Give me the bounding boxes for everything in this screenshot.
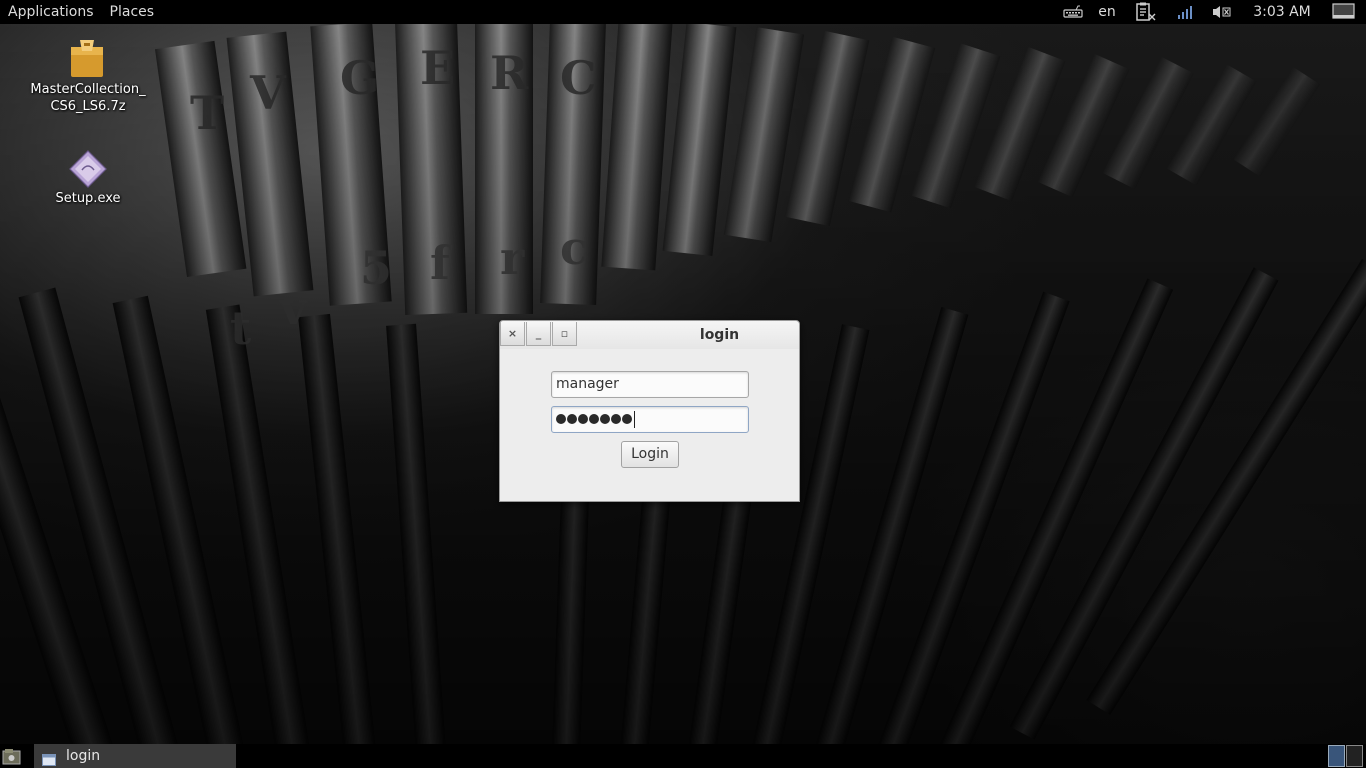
system-tray: en 3:03 AM	[1056, 0, 1366, 24]
window-list-icon[interactable]	[1322, 0, 1366, 24]
window-icon	[42, 750, 56, 768]
top-panel: Applications Places en 3:03 AM	[0, 0, 1366, 24]
applications-menu[interactable]: Applications	[0, 0, 102, 24]
username-field[interactable]: manager	[551, 371, 749, 398]
text-caret	[634, 410, 635, 428]
window-title: login	[699, 327, 740, 343]
keyboard-icon[interactable]	[1056, 0, 1090, 24]
clipboard-icon[interactable]	[1124, 0, 1168, 24]
desktop-icon-label: MasterCollection_ CS6_LS6.7z	[30, 82, 146, 114]
network-signal-icon[interactable]	[1168, 0, 1202, 24]
login-window: × _ ▫ login manager Login	[499, 320, 800, 502]
password-dot	[567, 414, 577, 424]
password-dot	[589, 414, 599, 424]
archive-icon	[68, 37, 108, 79]
password-dot	[556, 414, 566, 424]
desktop-icon-setup[interactable]: Setup.exe	[23, 150, 153, 207]
password-dot	[622, 414, 632, 424]
maximize-icon: ▫	[560, 327, 569, 340]
minimize-icon: _	[535, 327, 542, 340]
close-icon: ×	[507, 327, 518, 340]
window-titlebar[interactable]: × _ ▫ login	[500, 321, 799, 349]
username-value: manager	[556, 376, 619, 392]
close-button[interactable]: ×	[500, 322, 525, 346]
login-button[interactable]: Login	[621, 441, 679, 468]
clock[interactable]: 3:03 AM	[1242, 0, 1322, 24]
volume-muted-icon[interactable]	[1202, 0, 1242, 24]
password-mask	[556, 411, 633, 427]
workspace-switcher[interactable]	[1328, 745, 1364, 767]
minimize-button[interactable]: _	[526, 322, 551, 346]
taskbar-item-login[interactable]: login	[34, 744, 236, 768]
password-field[interactable]	[551, 406, 749, 433]
places-menu[interactable]: Places	[102, 0, 163, 24]
show-desktop-icon[interactable]	[2, 748, 22, 765]
maximize-button[interactable]: ▫	[552, 322, 577, 346]
workspace-2[interactable]	[1346, 745, 1363, 767]
password-dot	[600, 414, 610, 424]
workspace-1[interactable]	[1328, 745, 1345, 767]
taskbar-item-label: login	[66, 748, 101, 764]
desktop-icon-archive[interactable]: MasterCollection_ CS6_LS6.7z	[23, 37, 153, 115]
wine-executable-icon	[68, 150, 108, 188]
desktop-icon-label: Setup.exe	[55, 191, 121, 206]
password-dot	[578, 414, 588, 424]
bottom-panel: login	[0, 744, 1366, 768]
password-dot	[611, 414, 621, 424]
keyboard-layout-indicator[interactable]: en	[1090, 0, 1124, 24]
